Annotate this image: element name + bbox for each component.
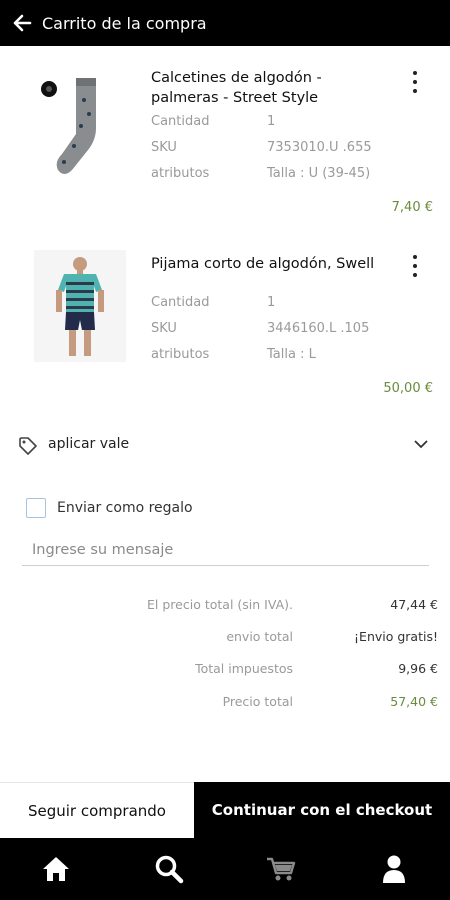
gift-label: Enviar como regalo	[57, 500, 193, 516]
summary-row-shipping: envio total ¡Envio gratis!	[0, 629, 450, 649]
tag-icon	[19, 437, 37, 455]
item-options-button[interactable]	[410, 255, 420, 277]
attribute-value: 7353010.U .655	[267, 140, 372, 155]
attribute-value: Talla : L	[267, 347, 316, 362]
item-price: 7,40 €	[391, 200, 433, 215]
item-options-button[interactable]	[410, 71, 420, 93]
app-header: Carrito de la compra	[0, 0, 450, 46]
home-icon	[43, 857, 70, 881]
attribute-value: 1	[267, 114, 276, 129]
user-icon	[382, 855, 405, 883]
summary-row-total: Precio total 57,40 €	[0, 694, 450, 714]
page-title: Carrito de la compra	[42, 13, 207, 33]
summary-row-taxes: Total impuestos 9,96 €	[0, 661, 450, 681]
attribute-label: SKU	[151, 321, 177, 336]
chevron-down-icon	[414, 440, 428, 449]
gift-message-input[interactable]	[22, 534, 429, 566]
attribute-row-quantity: Cantidad 1	[151, 295, 441, 313]
summary-value: 47,44 €	[390, 597, 438, 612]
attribute-row-quantity: Cantidad 1	[151, 114, 441, 132]
cart-icon	[267, 857, 296, 881]
summary-label: El precio total (sin IVA).	[147, 597, 293, 612]
summary-label: envio total	[226, 629, 293, 644]
product-title[interactable]: Pijama corto de algodón, Swell	[151, 254, 391, 274]
more-vertical-icon	[413, 71, 417, 75]
product-title-line: Pijama corto de algodón, Swell	[151, 256, 375, 272]
nav-search-button[interactable]	[139, 838, 199, 900]
product-title-line: Calcetines de algodón -	[151, 70, 322, 86]
gift-checkbox[interactable]	[26, 498, 46, 518]
bottom-navigation	[0, 838, 450, 900]
attribute-label: Cantidad	[151, 114, 210, 129]
attribute-label: SKU	[151, 140, 177, 155]
product-image-pajama[interactable]	[34, 250, 126, 362]
back-button[interactable]	[0, 0, 44, 46]
summary-value: ¡Envio gratis!	[354, 629, 438, 644]
product-image-socks[interactable]	[34, 66, 126, 178]
summary-row-subtotal: El precio total (sin IVA). 47,44 €	[0, 597, 450, 617]
attribute-row-attributes: atributos Talla : L	[151, 347, 441, 365]
gift-option: Enviar como regalo	[26, 498, 193, 518]
nav-cart-button[interactable]	[251, 838, 311, 900]
attribute-row-sku: SKU 7353010.U .655	[151, 140, 441, 158]
checkout-button[interactable]: Continuar con el checkout	[194, 782, 450, 838]
attribute-label: atributos	[151, 347, 210, 362]
more-vertical-icon	[413, 255, 417, 259]
summary-total-value: 57,40 €	[390, 694, 438, 709]
attribute-row-attributes: atributos Talla : U (39-45)	[151, 166, 441, 184]
attribute-value: 1	[267, 295, 276, 310]
voucher-label: aplicar vale	[48, 436, 130, 452]
arrow-left-icon	[13, 14, 32, 32]
attribute-value: 3446160.L .105	[267, 321, 370, 336]
summary-label: Total impuestos	[195, 661, 293, 676]
search-icon	[155, 855, 183, 884]
summary-label: Precio total	[222, 694, 293, 709]
item-price: 50,00 €	[383, 381, 433, 396]
cart-item: Calcetines de algodón - palmeras - Stree…	[0, 56, 450, 226]
attribute-label: Cantidad	[151, 295, 210, 310]
product-title-line: palmeras - Street Style	[151, 90, 319, 106]
attribute-value: Talla : U (39-45)	[267, 166, 371, 181]
nav-account-button[interactable]	[364, 838, 424, 900]
attribute-row-sku: SKU 3446160.L .105	[151, 321, 441, 339]
apply-voucher-row[interactable]: aplicar vale	[0, 430, 450, 462]
product-title[interactable]: Calcetines de algodón - palmeras - Stree…	[151, 68, 391, 108]
summary-value: 9,96 €	[398, 661, 438, 676]
continue-shopping-button[interactable]: Seguir comprando	[0, 782, 194, 838]
cart-item: Pijama corto de algodón, Swell Cantidad …	[0, 246, 450, 406]
attribute-label: atributos	[151, 166, 210, 181]
nav-home-button[interactable]	[26, 838, 86, 900]
